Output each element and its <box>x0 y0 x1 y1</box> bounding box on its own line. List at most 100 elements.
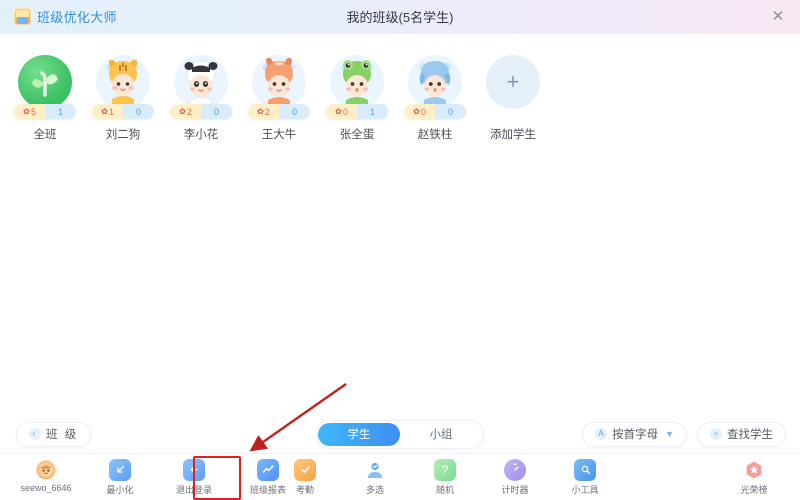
badge-positive: ✿ 2 <box>170 104 201 119</box>
avatar-wrap: ✿ 5 1 <box>14 52 76 119</box>
plus-icon[interactable]: + <box>486 55 540 109</box>
dock-item-minimize[interactable]: 最小化 <box>98 458 142 496</box>
penguin-avatar <box>408 55 462 109</box>
dock-center-group: 考勤 多选 ? 随机 计时器 小工具 <box>283 458 607 496</box>
student-card-wangdaniu[interactable]: ✿ 2 0 王大牛 <box>240 52 318 142</box>
frog-glyph <box>331 57 383 109</box>
badge-positive-value: 2 <box>264 106 270 117</box>
dock-item-honor-roll[interactable]: 光荣榜 <box>732 459 776 496</box>
bottom-dock: seewo_6646 最小化 退出登录 班级报表 考勤 多选 ? 随机 计时器 … <box>0 453 800 500</box>
badge-positive: ✿ 0 <box>326 104 357 119</box>
add-student-button[interactable]: + 添加学生 <box>474 52 552 142</box>
find-student-label: 查找学生 <box>727 429 773 441</box>
view-mode-toggle[interactable]: 学生 小组 <box>316 419 484 449</box>
dock-item-account[interactable]: seewo_6646 <box>20 458 72 493</box>
avatar-wrap: ✿ 2 0 <box>170 52 232 119</box>
dock-label-logout: 退出登录 <box>175 484 212 495</box>
badge-negative-value: 0 <box>123 104 154 119</box>
sprout-glyph <box>32 71 58 97</box>
badge-negative-value: 1 <box>45 104 76 119</box>
student-card-whole-class[interactable]: ✿ 5 1 全班 <box>6 52 84 142</box>
alpha-icon: A <box>595 428 608 440</box>
badge-positive-value: 0 <box>420 106 426 117</box>
check-icon <box>294 458 316 481</box>
sort-button-label: 按首字母 <box>612 429 659 441</box>
dock-item-multiselect[interactable]: 多选 <box>353 459 397 496</box>
honor-badge-icon <box>743 459 765 481</box>
dock-item-tools[interactable]: 小工具 <box>563 458 607 496</box>
badge-positive: ✿ 5 <box>14 104 45 119</box>
report-chart-glyph <box>262 464 274 473</box>
tab-student[interactable]: 学生 <box>318 422 400 446</box>
random-icon: ? <box>434 458 456 481</box>
timer-glyph <box>513 463 519 471</box>
dock-item-logout[interactable]: 退出登录 <box>172 458 216 496</box>
student-card-zhangquandan[interactable]: ✿ 0 1 张全蛋 <box>318 52 396 142</box>
users-glyph <box>368 462 382 478</box>
app-window: 班级优化大师 我的班级(5名学生) ✕ ✿ 5 1 全班 ✿ 1 0 刘二狗 ✿… <box>0 0 800 500</box>
score-badge: ✿ 0 1 <box>326 104 388 119</box>
dock-label-multiselect: 多选 <box>365 484 384 495</box>
student-name: 赵铁柱 <box>417 129 453 141</box>
app-brand: 班级优化大师 <box>14 7 117 26</box>
class-button-label: 班 级 <box>46 429 79 441</box>
score-badge: ✿ 2 0 <box>170 104 232 119</box>
dock-label-account: seewo_6646 <box>20 482 72 493</box>
class-button[interactable]: ‹ 班 级 <box>16 421 92 447</box>
badge-negative-value: 0 <box>279 104 310 119</box>
dock-label-random: 随机 <box>435 484 454 495</box>
close-icon[interactable]: ✕ <box>768 7 788 27</box>
avatar-wrap: + <box>483 52 543 112</box>
penguin-glyph <box>409 57 461 109</box>
student-name: 李小花 <box>183 129 219 141</box>
frog-avatar <box>330 55 384 109</box>
panda-avatar <box>174 55 228 109</box>
flower-icon: ✿ <box>101 107 108 116</box>
chevron-left-icon: ‹ <box>29 428 41 440</box>
dock-label-minimize: 最小化 <box>106 484 134 495</box>
sort-button[interactable]: A 按首字母 ▼ <box>582 421 687 447</box>
score-badge: ✿ 0 0 <box>404 104 466 119</box>
flower-icon: ✿ <box>413 107 420 116</box>
account-face-glyph <box>39 462 53 477</box>
dock-label-timer: 计时器 <box>501 484 529 495</box>
app-brand-name: 班级优化大师 <box>37 10 117 25</box>
filter-controls: A 按首字母 ▼ ⌕ 查找学生 <box>582 421 786 447</box>
badge-positive-value: 2 <box>186 106 192 117</box>
find-student-button[interactable]: ⌕ 查找学生 <box>697 421 786 447</box>
badge-negative-value: 0 <box>201 104 232 119</box>
dock-label-tools: 小工具 <box>571 484 599 495</box>
sprout-avatar <box>18 55 72 109</box>
student-card-zhaotiezhu[interactable]: ✿ 0 0 赵铁柱 <box>396 52 474 142</box>
flower-icon: ✿ <box>257 107 264 116</box>
add-student-label: 添加学生 <box>490 129 536 141</box>
timer-icon <box>504 458 526 481</box>
check-glyph <box>300 466 310 473</box>
chart-report-icon <box>257 458 279 481</box>
dock-item-attendance[interactable]: 考勤 <box>283 458 327 496</box>
badge-negative-value: 1 <box>357 104 388 119</box>
flower-icon: ✿ <box>23 107 30 116</box>
badge-negative-value: 0 <box>435 104 466 119</box>
badge-positive-value: 0 <box>342 106 348 117</box>
dock-item-random[interactable]: ? 随机 <box>423 458 467 496</box>
dock-label-class-report: 班级报表 <box>249 484 286 495</box>
flower-icon: ✿ <box>179 107 186 116</box>
chevron-down-icon: ▼ <box>665 429 674 439</box>
student-name: 王大牛 <box>261 129 297 141</box>
dock-left-group: seewo_6646 最小化 退出登录 班级报表 <box>20 458 290 496</box>
avatar-wrap: ✿ 0 0 <box>404 52 466 119</box>
student-list: ✿ 5 1 全班 ✿ 1 0 刘二狗 ✿ 2 0 李小花 ✿ 2 0 王大牛 ✿… <box>6 34 800 142</box>
fox-glyph <box>253 57 305 109</box>
dock-item-timer[interactable]: 计时器 <box>493 458 537 496</box>
honor-badge-glyph <box>746 461 762 478</box>
student-card-lixiaohua[interactable]: ✿ 2 0 李小花 <box>162 52 240 142</box>
student-name: 刘二狗 <box>105 129 141 141</box>
panda-glyph <box>175 57 227 109</box>
tab-group[interactable]: 小组 <box>400 423 482 446</box>
users-icon <box>364 459 386 481</box>
student-card-liuergou[interactable]: ✿ 1 0 刘二狗 <box>84 52 162 142</box>
dock-label-honor-roll: 光荣榜 <box>740 484 768 495</box>
student-name: 张全蛋 <box>339 129 375 141</box>
badge-positive-value: 5 <box>30 106 36 117</box>
